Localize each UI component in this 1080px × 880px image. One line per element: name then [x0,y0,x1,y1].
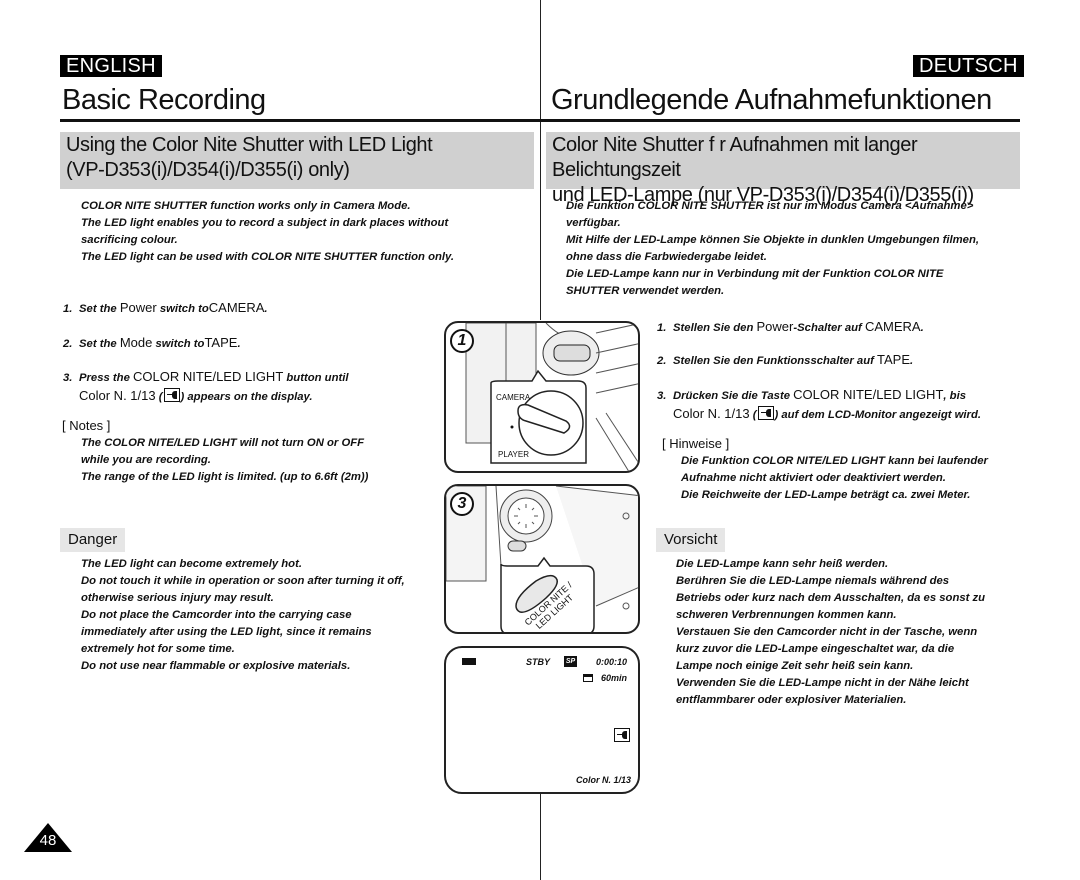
center-divider [540,0,541,320]
figure-number-1: 1 [450,329,474,353]
notes-label-english: [ Notes ] [62,418,111,433]
danger-line: Die LED-Lampe kann sehr heiß werden. [676,558,889,570]
danger-line: Do not place the Camcorder into the carr… [81,609,352,621]
step-1-deutsch: 1. Stellen Sie den Power-Schalter auf CAM… [657,319,924,334]
intro-line: sacrificing colour. [81,234,178,246]
lcd-status: STBY [526,657,551,667]
danger-line: Berühren Sie die LED-Lampe niemals währe… [676,575,950,587]
camcorder-side-illustration: COLOR NITE / LED LIGHT [446,486,638,632]
danger-line: Lampe noch einige Zeit sehr heiß sein ka… [676,660,914,672]
lcd-timecode: 0:00:10 [596,657,628,667]
danger-line: Do not use near flammable or explosive m… [81,660,351,672]
figure-power-switch: CAMERA PLAYER 1 [444,321,640,473]
intro-line: Mit Hilfe der LED-Lampe können Sie Objek… [566,234,980,246]
vorsicht-label: Vorsicht [656,528,726,552]
page-title-english: Basic Recording [62,84,266,116]
page-title-deutsch: Grundlegende Aufnahmefunktionen [551,84,992,116]
danger-line: Betriebs oder kurz nach dem Ausschalten,… [676,592,986,604]
intro-line: verfügbar. [566,217,621,229]
intro-line: ohne dass die Farbwiedergabe leidet. [566,251,767,263]
lcd-tape-remaining: 60min [601,673,628,683]
note-line: Die Funktion COLOR NITE/LED LIGHT kann b… [681,455,988,467]
color-nite-icon [163,388,180,402]
step-3-english: 3. Press the COLOR NITE/LED LIGHT button … [63,369,349,403]
color-nite-display-icon [614,728,630,742]
lcd-color-nite: Color N. 1/13 [576,775,632,785]
danger-english: The LED light can become extremely hot. … [81,556,451,675]
notes-deutsch: Die Funktion COLOR NITE/LED LIGHT kann b… [681,453,1031,504]
intro-line: COLOR NITE SHUTTER function works only i… [81,200,411,212]
page-number: 48 [39,832,57,849]
danger-line: The LED light can become extremely hot. [81,558,302,570]
danger-line: Verwenden Sie die LED-Lampe nicht in der… [676,677,969,689]
camcorder-illustration: CAMERA PLAYER [465,323,638,471]
note-line: The range of the LED light is limited. (… [81,471,369,483]
page-number-badge: 48 [24,823,72,852]
danger-line: otherwise serious injury may result. [81,592,274,604]
danger-label: Danger [60,528,126,552]
danger-deutsch: Die LED-Lampe kann sehr heiß werden. Ber… [676,556,1031,709]
fig1-label-camera: CAMERA [496,393,531,402]
tape-icon [583,674,593,682]
note-line: Aufnahme nicht aktiviert oder deaktivier… [681,472,946,484]
fig1-label-player: PLAYER [498,450,529,459]
step-2-english: 2. Set the Mode switch toTAPE. [63,335,241,350]
intro-english: COLOR NITE SHUTTER function works only i… [81,198,511,266]
danger-line: kurz zuvor die LED-Lampe eingeschaltet w… [676,643,955,655]
title-rule-left [60,119,540,122]
section-title-deutsch: Color Nite Shutter f r Aufnahmen mit lan… [546,132,1020,206]
danger-line: Do not touch it while in operation or so… [81,575,405,587]
step-2-deutsch: 2. Stellen Sie den Funktionsschalter auf … [657,352,914,367]
notes-english: The COLOR NITE/LED LIGHT will not turn O… [81,435,441,486]
figure-color-nite-button: COLOR NITE / LED LIGHT 3 [444,484,640,634]
note-line: Die Reichweite der LED-Lampe beträgt ca.… [681,489,971,501]
danger-line: Verstauen Sie den Camcorder nicht in der… [676,626,978,638]
intro-line: Die Funktion COLOR NITE SHUTTER ist nur … [566,200,974,212]
language-tag-english: ENGLISH [60,55,162,77]
step-3-deutsch: 3. Drücken Sie die Taste COLOR NITE/LED L… [657,387,981,421]
section-title-line1: Color Nite Shutter f r Aufnahmen mit lan… [552,134,918,181]
intro-line: SHUTTER verwendet werden. [566,285,725,297]
language-tag-deutsch: DEUTSCH [913,55,1024,77]
intro-line: Die LED-Lampe kann nur in Verbindung mit… [566,268,944,280]
danger-line: immediately after using the LED light, s… [81,626,372,638]
notes-label-deutsch: [ Hinweise ] [662,436,730,451]
intro-line: The LED light enables you to record a su… [81,217,449,229]
color-nite-icon [757,406,774,420]
intro-line: The LED light can be used with COLOR NIT… [81,251,455,263]
section-title-line2: (VP-D353(i)/D354(i)/D355(i) only) [66,159,350,181]
danger-line: extremely hot for some time. [81,643,235,655]
figure-number-3: 3 [450,492,474,516]
danger-line: entflammbarer oder explosiver Materialie… [676,694,907,706]
danger-line: schweren Verbrennungen kommen kann. [676,609,897,621]
note-line: The COLOR NITE/LED LIGHT will not turn O… [81,437,365,449]
figure-lcd-display: STBY SP 0:00:10 60min Color N. 1/13 [444,646,640,794]
battery-icon [462,658,476,665]
step-1-english: 1. Set the Power switch toCAMERA. [63,300,268,315]
section-title-english: Using the Color Nite Shutter with LED Li… [60,132,534,189]
intro-deutsch: Die Funktion COLOR NITE SHUTTER ist nur … [566,198,1026,300]
section-title-line1: Using the Color Nite Shutter with LED Li… [66,134,433,156]
title-rule-right [540,119,1020,122]
sp-mode-badge: SP [564,656,577,667]
center-divider-lower [540,790,541,880]
note-line: while you are recording. [81,454,211,466]
